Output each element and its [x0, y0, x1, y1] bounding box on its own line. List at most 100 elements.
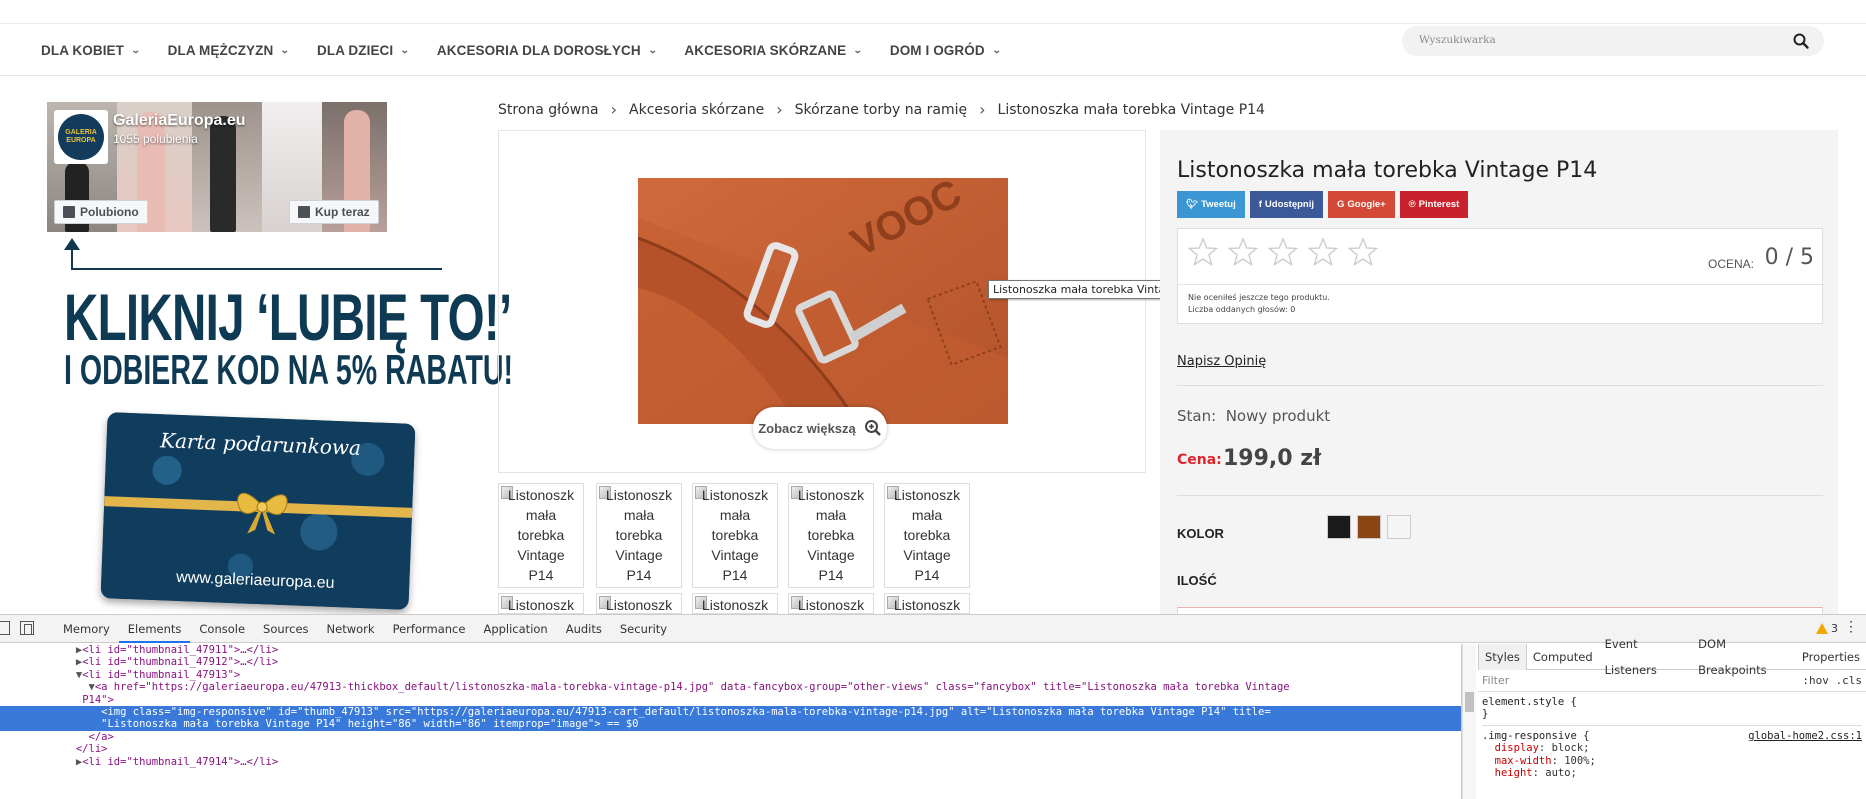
color-swatches — [1327, 515, 1411, 539]
elements-scrollbar[interactable] — [1462, 644, 1476, 799]
menu-item-leather-accessories[interactable]: AKCESORIA SKÓRZANE ⌄ — [684, 43, 862, 58]
star-rating[interactable] — [1188, 237, 1378, 267]
zoom-button[interactable]: Zobacz większą — [753, 407, 887, 449]
css-property[interactable]: height: auto; — [1482, 767, 1862, 779]
elements-tree[interactable]: ▶<li id="thumbnail_47911">…</li> ▶<li id… — [0, 644, 1462, 799]
menu-item-adult-accessories[interactable]: AKCESORIA DLA DOROSŁYCH ⌄ — [437, 43, 657, 58]
search-input[interactable]: Wyszukiwarka — [1402, 26, 1824, 56]
thumbnail[interactable]: Listonoszk — [884, 593, 970, 614]
menu-item-home-garden[interactable]: DOM I OGRÓD ⌄ — [890, 43, 1002, 58]
dom-tree-line[interactable]: P14"> — [0, 694, 1461, 706]
styles-filter-input[interactable]: Filter :hov .cls — [1478, 670, 1866, 692]
dom-tree-line[interactable]: </a> — [0, 731, 1461, 743]
fb-liked-button[interactable]: Polubiono — [54, 200, 148, 224]
thumbnail-alt-text: Listonoszk — [605, 597, 673, 613]
style-rules: element.style { } .img-responsive { glob… — [1482, 696, 1862, 779]
dom-tree-line[interactable]: ▶<li id="thumbnail_47912">…</li> — [0, 656, 1461, 668]
device-toggle-icon[interactable] — [20, 621, 34, 635]
dom-node-markup: <img class="img-responsive" id="thumb_47… — [101, 705, 1271, 718]
product-photo[interactable]: VOOC — [638, 178, 1008, 424]
dom-tree-line[interactable]: ▼<a href="https://galeriaeuropa.eu/47913… — [0, 681, 1461, 693]
breadcrumb-item[interactable]: Akcesoria skórzane — [629, 102, 764, 118]
write-review-link[interactable]: Napisz Opinię — [1177, 354, 1266, 369]
search-icon[interactable] — [1792, 32, 1810, 50]
dom-tree-line[interactable]: <img class="img-responsive" id="thumb_47… — [0, 705, 1461, 719]
product-title: Listonoszka mała torebka Vintage P14 — [1177, 158, 1598, 183]
tab-computed[interactable]: Computed — [1527, 644, 1599, 670]
thumbnail[interactable]: Listonoszk mała torebka Vintage P14 — [788, 483, 874, 588]
tweet-button[interactable]: 🐦︎ Tweetuj — [1177, 191, 1245, 218]
scrollbar-thumb[interactable] — [1465, 692, 1474, 712]
thumbnail-alt-text: Listonoszk — [507, 597, 575, 613]
thumbnail[interactable]: Listonoszk mała torebka Vintage P14 — [596, 483, 682, 588]
more-options-icon[interactable]: ⋮ — [1844, 619, 1858, 635]
star-icon[interactable] — [1308, 237, 1338, 267]
breadcrumb-item[interactable]: Strona główna — [498, 102, 599, 118]
menu-item-women[interactable]: DLA KOBIET ⌄ — [41, 43, 141, 58]
gift-card-banner[interactable]: Karta podarunkowa www.galeriaeuropa.eu — [100, 412, 416, 610]
star-icon[interactable] — [1348, 237, 1378, 267]
thumbnail-alt-text: Listonoszk mała torebka Vintage P14 — [893, 487, 961, 583]
leather-bag-closeup: VOOC — [638, 178, 1008, 424]
inspect-icon[interactable] — [0, 621, 10, 635]
css-property[interactable]: display: block; — [1482, 742, 1862, 754]
thumbnail-alt-text: Listonoszk mała torebka Vintage P14 — [507, 487, 575, 583]
chevron-right-icon: › — [979, 100, 986, 119]
rule-source-link[interactable]: global-home2.css:1 — [1748, 730, 1862, 742]
color-swatch-brown[interactable] — [1357, 515, 1381, 539]
warnings-badge[interactable]: 3 — [1816, 622, 1838, 635]
facebook-page-widget[interactable]: GALERIA EUROPA GaleriaEuropa.eu 1055 pol… — [47, 102, 387, 232]
zoom-in-icon — [864, 420, 881, 436]
thumbnail[interactable]: Listonoszk mała torebka Vintage P14 — [692, 483, 778, 588]
star-icon[interactable] — [1188, 237, 1218, 267]
color-swatch-white[interactable] — [1387, 515, 1411, 539]
twitter-icon: 🐦︎ — [1186, 199, 1199, 210]
hov-cls-toggle[interactable]: :hov .cls — [1802, 674, 1862, 687]
quantity-field[interactable] — [1177, 607, 1823, 614]
tab-network[interactable]: Network — [318, 615, 384, 643]
tab-elements[interactable]: Elements — [118, 615, 191, 643]
menu-item-men[interactable]: DLA MĘŻCZYZN ⌄ — [168, 43, 290, 58]
fb-page-name[interactable]: GaleriaEuropa.eu — [113, 112, 246, 130]
tab-console[interactable]: Console — [190, 615, 254, 643]
star-icon[interactable] — [1268, 237, 1298, 267]
tab-performance[interactable]: Performance — [384, 615, 475, 643]
pinterest-button[interactable]: ℗ Pinterest — [1399, 191, 1469, 218]
dom-tree-line[interactable]: </li> — [0, 743, 1461, 755]
color-swatch-black[interactable] — [1327, 515, 1351, 539]
chevron-down-icon: ⌄ — [991, 45, 1002, 55]
breadcrumb-item[interactable]: Skórzane torby na ramię — [795, 102, 968, 118]
tab-application[interactable]: Application — [474, 615, 556, 643]
tab-security[interactable]: Security — [611, 615, 676, 643]
facebook-icon: f — [1258, 199, 1262, 210]
thumbnail[interactable]: Listonoszk mała torebka Vintage P14 — [498, 483, 584, 588]
tab-audits[interactable]: Audits — [557, 615, 611, 643]
tab-memory[interactable]: Memory — [54, 615, 119, 643]
facebook-icon — [63, 206, 75, 218]
star-icon[interactable] — [1228, 237, 1258, 267]
dom-tree-line[interactable]: "Listonoszka mała torebka Vintage P14" h… — [0, 718, 1461, 731]
thumbnail[interactable]: Listonoszk — [498, 593, 584, 614]
dom-node-markup: <li id="thumbnail_47913"> — [82, 668, 241, 681]
rule-separator — [1482, 724, 1862, 726]
google-plus-button[interactable]: G Google+ — [1328, 191, 1395, 218]
facebook-share-button[interactable]: f Udostępnij — [1249, 191, 1323, 218]
dom-tree-line[interactable]: ▶<li id="thumbnail_47911">…</li> — [0, 644, 1461, 656]
thumbnail[interactable]: Listonoszk mała torebka Vintage P14 — [884, 483, 970, 588]
dom-tree-line[interactable]: ▶<li id="thumbnail_47914">…</li> — [0, 756, 1461, 768]
tab-properties[interactable]: Properties — [1796, 644, 1866, 670]
tab-styles[interactable]: Styles — [1478, 643, 1527, 670]
thumbnail[interactable]: Listonoszk — [788, 593, 874, 614]
menu-item-kids[interactable]: DLA DZIECI ⌄ — [317, 43, 410, 58]
galeria-europa-logo[interactable]: GALERIA EUROPA — [54, 110, 108, 164]
tab-sources[interactable]: Sources — [254, 615, 318, 643]
css-property[interactable]: max-width: 100%; — [1482, 755, 1862, 767]
fb-buy-button[interactable]: Kup teraz — [289, 200, 379, 224]
thumbnail-alt-text: Listonoszk — [797, 597, 865, 613]
thumbnail[interactable]: Listonoszk — [692, 593, 778, 614]
dom-node-markup: <li id="thumbnail_47912">…</li> — [82, 656, 279, 669]
thumbnail[interactable]: Listonoszk — [596, 593, 682, 614]
dom-tree-line[interactable]: ▼<li id="thumbnail_47913"> — [0, 669, 1461, 681]
